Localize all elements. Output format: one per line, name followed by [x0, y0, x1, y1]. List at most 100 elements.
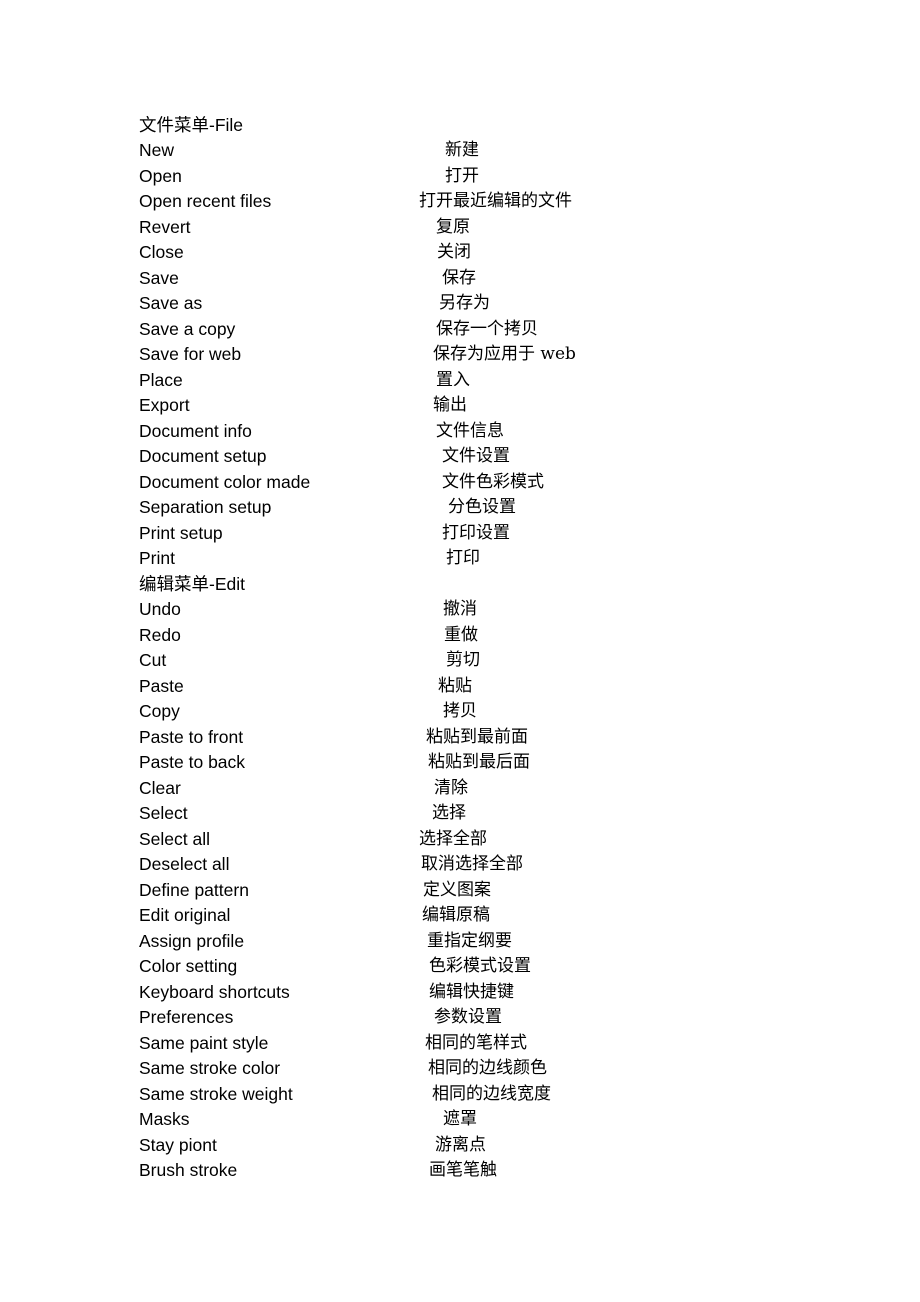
english-term: Cut — [139, 650, 167, 670]
menu-term-row: Masks 遮罩 — [0, 1107, 920, 1133]
menu-term-row: Undo 撤消 — [0, 597, 920, 623]
menu-term-row: Same stroke color 相同的边线颜色 — [0, 1056, 920, 1082]
chinese-translation: 相同的边线宽度 — [432, 1083, 551, 1104]
menu-term-row: Document color made 文件色彩模式 — [0, 470, 920, 496]
menu-term-row: Document info 文件信息 — [0, 419, 920, 445]
chinese-translation: 输出 — [433, 395, 467, 415]
menu-term-row: Save a copy 保存一个拷贝 — [0, 317, 920, 343]
chinese-translation: 定义图案 — [423, 879, 491, 900]
chinese-translation: 选择 — [432, 803, 466, 823]
menu-term-row: Select all 选择全部 — [0, 827, 920, 853]
menu-term-row: Preferences 参数设置 — [0, 1005, 920, 1031]
menu-term-row: Same stroke weight 相同的边线宽度 — [0, 1082, 920, 1108]
english-term: Stay piont — [139, 1134, 217, 1155]
chinese-translation: 遮罩 — [443, 1109, 477, 1129]
menu-term-row: Define pattern 定义图案 — [0, 878, 920, 904]
menu-term-row: Place 置入 — [0, 368, 920, 394]
chinese-translation: 清除 — [434, 777, 468, 798]
english-term: Open recent files — [139, 191, 272, 211]
chinese-translation: 游离点 — [435, 1134, 486, 1155]
chinese-translation: 色彩模式设置 — [429, 956, 531, 976]
english-term: Keyboard shortcuts — [139, 981, 290, 1002]
english-term: Color setting — [139, 956, 238, 976]
english-term: Assign profile — [139, 930, 245, 951]
menu-term-row: Paste 粘贴 — [0, 674, 920, 700]
menu-term-row: Keyboard shortcuts 编辑快捷键 — [0, 980, 920, 1006]
chinese-translation: 文件信息 — [436, 420, 504, 441]
chinese-translation: 拷贝 — [443, 701, 477, 721]
menu-term-row: Open recent files 打开最近编辑的文件 — [0, 189, 920, 215]
menu-term-row: Copy 拷贝 — [0, 699, 920, 725]
english-term: Export — [139, 395, 190, 415]
menu-term-row: Print setup 打印设置 — [0, 521, 920, 547]
english-term: Close — [139, 242, 184, 262]
english-term: Document color made — [139, 471, 311, 492]
english-term: Document setup — [139, 446, 267, 466]
chinese-translation: 粘贴到最前面 — [426, 726, 528, 747]
english-term: Edit original — [139, 905, 231, 925]
english-term: Paste to front — [139, 726, 244, 747]
menu-term-row: Select 选择 — [0, 801, 920, 827]
menu-term-row: Open 打开 — [0, 164, 920, 190]
menu-term-row: Clear 清除 — [0, 776, 920, 802]
chinese-translation: 粘贴到最后面 — [428, 752, 530, 772]
english-term: Copy — [139, 701, 180, 721]
english-term: Print setup — [139, 522, 223, 543]
menu-term-row: Brush stroke 画笔笔触 — [0, 1158, 920, 1184]
chinese-translation: 关闭 — [437, 242, 471, 262]
chinese-translation: 复原 — [436, 216, 470, 237]
chinese-translation: 置入 — [436, 369, 470, 390]
chinese-translation: 撤消 — [443, 599, 477, 619]
menu-term-row: Paste to front 粘贴到最前面 — [0, 725, 920, 751]
menu-term-row: New 新建 — [0, 138, 920, 164]
chinese-translation: 打印设置 — [442, 522, 510, 543]
chinese-translation: 文件设置 — [442, 446, 510, 466]
english-term: Save a copy — [139, 318, 236, 339]
menu-term-row: Paste to back 粘贴到最后面 — [0, 750, 920, 776]
menu-term-row: Assign profile 重指定纲要 — [0, 929, 920, 955]
menu-term-row: Save for web 保存为应用于 web — [0, 342, 920, 368]
chinese-translation: 相同的笔样式 — [425, 1032, 527, 1053]
menu-term-row: Export 输出 — [0, 393, 920, 419]
menu-term-row: Stay piont 游离点 — [0, 1133, 920, 1159]
english-term: Preferences — [139, 1007, 234, 1027]
english-term: Undo — [139, 599, 181, 619]
english-term: Same paint style — [139, 1032, 269, 1053]
chinese-translation: 剪切 — [446, 650, 480, 670]
english-term: Deselect all — [139, 854, 230, 874]
english-term: Save — [139, 267, 179, 288]
menu-term-row: Color setting 色彩模式设置 — [0, 954, 920, 980]
chinese-translation: 粘贴 — [438, 675, 472, 696]
chinese-translation: 另存为 — [439, 293, 490, 313]
english-term: Clear — [139, 777, 181, 798]
chinese-translation: 文件色彩模式 — [442, 471, 544, 492]
english-term: Revert — [139, 216, 191, 237]
english-term: Document info — [139, 420, 252, 441]
chinese-translation: 编辑快捷键 — [429, 981, 514, 1002]
english-term: Define pattern — [139, 879, 249, 900]
chinese-translation: 相同的边线颜色 — [428, 1058, 547, 1078]
menu-term-row: Redo 重做 — [0, 623, 920, 649]
chinese-translation: 打印 — [446, 548, 480, 568]
menu-term-row: Same paint style 相同的笔样式 — [0, 1031, 920, 1057]
english-term: New — [139, 140, 175, 160]
section-heading: 编辑菜单-Edit — [0, 572, 920, 598]
chinese-translation: 分色设置 — [448, 497, 516, 517]
menu-term-row: Print 打印 — [0, 546, 920, 572]
english-term: Same stroke color — [139, 1058, 281, 1078]
chinese-translation: 重指定纲要 — [427, 930, 512, 951]
menu-term-row: Close 关闭 — [0, 240, 920, 266]
menu-term-row: Revert 复原 — [0, 215, 920, 241]
chinese-translation: 画笔笔触 — [429, 1160, 497, 1180]
english-term: Paste to back — [139, 752, 246, 772]
menu-term-row: Cut 剪切 — [0, 648, 920, 674]
english-term: Brush stroke — [139, 1160, 238, 1180]
english-term: Redo — [139, 624, 181, 645]
chinese-translation: 保存为应用于 web — [433, 344, 576, 364]
menu-term-row: Save 保存 — [0, 266, 920, 292]
english-term: Save for web — [139, 344, 242, 364]
menu-term-row: Save as 另存为 — [0, 291, 920, 317]
english-term: Same stroke weight — [139, 1083, 293, 1104]
english-term: Save as — [139, 293, 203, 313]
english-term: Open — [139, 165, 182, 186]
